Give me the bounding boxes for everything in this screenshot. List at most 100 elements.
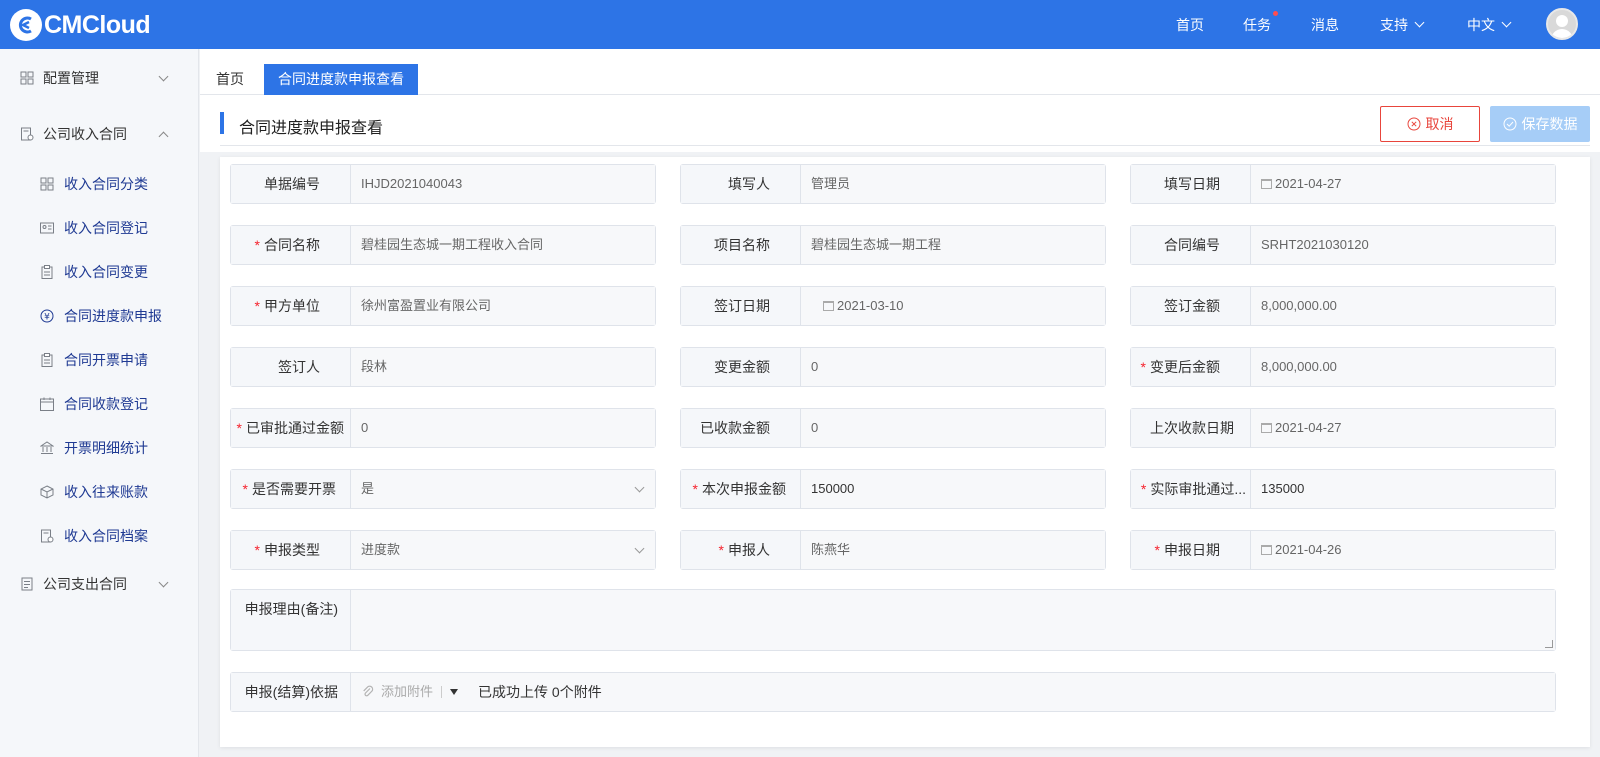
change-amount-input[interactable]: 0 bbox=[801, 348, 1105, 386]
field-change-amount: 变更金额 0 bbox=[680, 347, 1106, 387]
reporter-input[interactable]: 陈燕华 bbox=[801, 531, 1105, 569]
sidebar-item-income-change[interactable]: 收入合同变更 bbox=[0, 252, 199, 292]
sidebar-item-label: 收入合同档案 bbox=[64, 528, 148, 544]
field-reason: 申报理由(备注) bbox=[230, 589, 1556, 651]
user-avatar[interactable] bbox=[1546, 8, 1578, 40]
sidebar-item-progress-payment[interactable]: ¥ 合同进度款申报 bbox=[0, 296, 199, 336]
field-label-text: 申报类型 bbox=[264, 542, 320, 558]
approved-amount-input[interactable]: 0 bbox=[351, 409, 655, 447]
save-button[interactable]: 保存数据 bbox=[1490, 106, 1590, 142]
sign-date-value: 2021-03-10 bbox=[837, 298, 904, 313]
document-settings-icon bbox=[41, 529, 54, 543]
sidebar-item-income-category[interactable]: 收入合同分类 bbox=[0, 164, 199, 204]
document-settings-icon bbox=[21, 127, 34, 141]
brand-logo[interactable]: CMCloud bbox=[10, 9, 151, 41]
field-report-type: * 申报类型 进度款 bbox=[230, 530, 656, 570]
field-label-text: 甲方单位 bbox=[264, 298, 320, 314]
need-invoice-value: 是 bbox=[361, 481, 375, 496]
sidebar-item-label: 合同收款登记 bbox=[64, 396, 148, 412]
received-amount-input[interactable]: 0 bbox=[801, 409, 1105, 447]
signer-input[interactable]: 段林 bbox=[351, 348, 655, 386]
cancel-button-label: 取消 bbox=[1425, 116, 1454, 132]
field-label: * 本次申报金额 bbox=[681, 470, 801, 508]
party-a-input[interactable]: 徐州富盈置业有限公司 bbox=[351, 287, 655, 325]
sidebar: 配置管理 公司收入合同 收入合同分类 收入合同登记 收入合同变更 ¥ 合同进度款… bbox=[0, 49, 199, 757]
field-reporter: * 申报人 陈燕华 bbox=[680, 530, 1106, 570]
sidebar-item-invoice-stats[interactable]: 开票明细统计 bbox=[0, 428, 199, 468]
field-project-name: 项目名称 碧桂园生态城一期工程 bbox=[680, 225, 1106, 265]
field-label: 变更金额 bbox=[681, 348, 801, 386]
nav-support[interactable]: 支持 bbox=[1380, 0, 1425, 49]
doc-no-input[interactable]: IHJD2021040043 bbox=[351, 165, 655, 203]
cancel-button[interactable]: 取消 bbox=[1380, 106, 1480, 142]
report-type-select[interactable]: 进度款 bbox=[351, 531, 655, 569]
writer-input[interactable]: 管理员 bbox=[801, 165, 1105, 203]
nav-home[interactable]: 首页 bbox=[1176, 0, 1204, 49]
logo-icon bbox=[10, 9, 42, 41]
field-label: 上次收款日期 bbox=[1131, 409, 1251, 447]
add-attachment-button[interactable]: 添加附件 bbox=[361, 673, 433, 711]
field-report-date: * 申报日期 2021-04-26 bbox=[1130, 530, 1556, 570]
sidebar-item-label: 收入合同登记 bbox=[64, 220, 148, 236]
last-receive-date-input[interactable]: 2021-04-27 bbox=[1251, 409, 1555, 447]
sign-amount-input[interactable]: 8,000,000.00 bbox=[1251, 287, 1555, 325]
field-label: * 是否需要开票 bbox=[231, 470, 351, 508]
field-label: * 合同名称 bbox=[231, 226, 351, 264]
separator bbox=[441, 686, 443, 698]
sidebar-group-config[interactable]: 配置管理 bbox=[0, 58, 199, 98]
field-label: * 申报日期 bbox=[1131, 531, 1251, 569]
sidebar-item-income-register[interactable]: 收入合同登记 bbox=[0, 208, 199, 248]
sidebar-item-receipt-register[interactable]: 合同收款登记 bbox=[0, 384, 199, 424]
field-label: * 甲方单位 bbox=[231, 287, 351, 325]
sidebar-item-accounts[interactable]: 收入往来账款 bbox=[0, 472, 199, 512]
tab-bar: 首页 合同进度款申报查看 bbox=[200, 49, 1600, 95]
required-mark: * bbox=[254, 298, 260, 314]
field-need-invoice: * 是否需要开票 是 bbox=[230, 469, 656, 509]
sidebar-item-archive[interactable]: 收入合同档案 bbox=[0, 516, 199, 556]
field-label: * 申报人 bbox=[681, 531, 801, 569]
sidebar-group-expense-contract[interactable]: 公司支出合同 bbox=[0, 564, 199, 604]
tab-progress-payment-view[interactable]: 合同进度款申报查看 bbox=[264, 64, 418, 95]
caret-down-icon[interactable] bbox=[450, 689, 459, 695]
required-mark: * bbox=[718, 542, 724, 558]
field-label: 申报理由(备注) bbox=[231, 590, 351, 650]
reason-textarea[interactable] bbox=[351, 590, 1555, 650]
field-actual-approved: * 实际审批通过... 135000 bbox=[1130, 469, 1556, 509]
field-approved-amount: * 已审批通过金额 0 bbox=[230, 408, 656, 448]
field-label: 填写人 bbox=[681, 165, 801, 203]
field-label-text: 合同名称 bbox=[264, 237, 320, 253]
field-label: 合同编号 bbox=[1131, 226, 1251, 264]
nav-tasks[interactable]: 任务 bbox=[1243, 0, 1278, 49]
resize-handle-icon[interactable] bbox=[1545, 640, 1553, 648]
field-party-a: * 甲方单位 徐州富盈置业有限公司 bbox=[230, 286, 656, 326]
cube-icon bbox=[40, 485, 54, 499]
tab-home[interactable]: 首页 bbox=[202, 64, 258, 95]
sidebar-group-label: 配置管理 bbox=[43, 70, 99, 86]
field-signer: 签订人 段林 bbox=[230, 347, 656, 387]
header-divider bbox=[220, 145, 1590, 146]
page-title: 合同进度款申报查看 bbox=[239, 120, 384, 137]
write-date-input[interactable]: 2021-04-27 bbox=[1251, 165, 1555, 203]
actual-approved-input[interactable]: 135000 bbox=[1251, 470, 1555, 508]
field-label: 签订日期 bbox=[681, 287, 801, 325]
sidebar-item-invoice-apply[interactable]: 合同开票申请 bbox=[0, 340, 199, 380]
report-date-value: 2021-04-26 bbox=[1275, 542, 1342, 557]
field-doc-no: 单据编号 IHJD2021040043 bbox=[230, 164, 656, 204]
contract-no-input[interactable]: SRHT2021030120 bbox=[1251, 226, 1555, 264]
report-date-input[interactable]: 2021-04-26 bbox=[1251, 531, 1555, 569]
chevron-up-icon bbox=[158, 131, 169, 142]
project-name-input[interactable]: 碧桂园生态城一期工程 bbox=[801, 226, 1105, 264]
nav-messages[interactable]: 消息 bbox=[1311, 0, 1339, 49]
sidebar-item-label: 合同开票申请 bbox=[64, 352, 148, 368]
need-invoice-select[interactable]: 是 bbox=[351, 470, 655, 508]
chevron-down-icon bbox=[158, 71, 169, 82]
language-switch[interactable]: 中文 bbox=[1467, 0, 1512, 49]
calendar-icon bbox=[1261, 423, 1272, 433]
required-mark: * bbox=[1140, 359, 1146, 375]
current-amount-input[interactable]: 150000 bbox=[801, 470, 1105, 508]
after-change-amount-input[interactable]: 8,000,000.00 bbox=[1251, 348, 1555, 386]
field-label-text: 已审批通过金额 bbox=[246, 420, 344, 436]
sidebar-group-income-contract[interactable]: 公司收入合同 bbox=[0, 114, 199, 154]
contract-name-input[interactable]: 碧桂园生态城一期工程收入合同 bbox=[351, 226, 655, 264]
sign-date-input[interactable]: 2021-03-10 bbox=[801, 287, 1105, 325]
